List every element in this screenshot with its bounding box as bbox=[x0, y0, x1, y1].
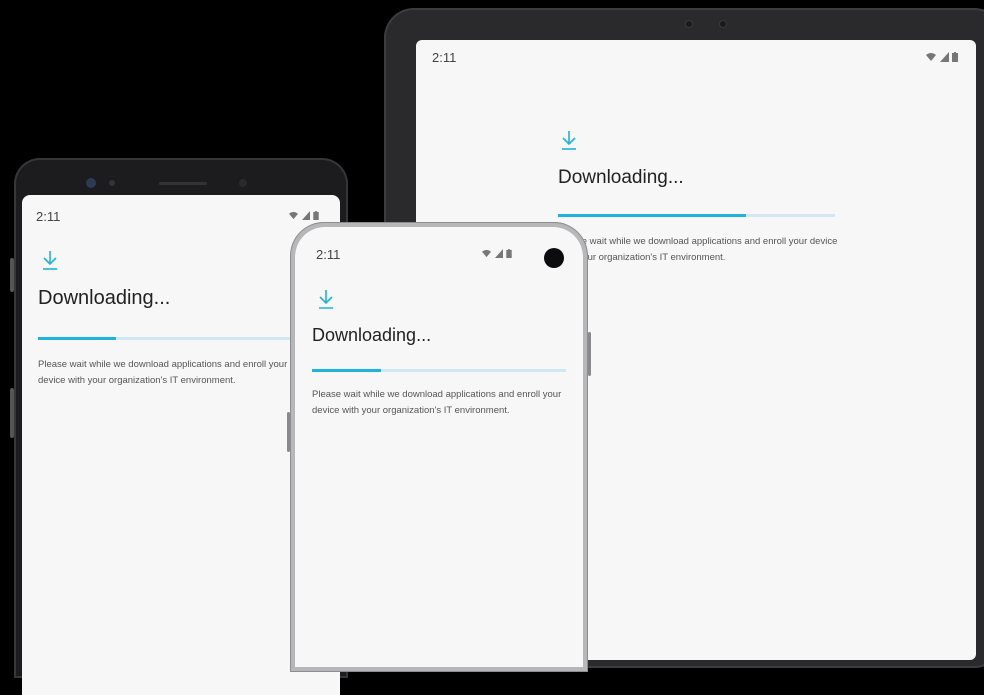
front-camera bbox=[544, 248, 564, 268]
phone-front-screen: 2:11 Downloading... Please wait while we… bbox=[295, 227, 583, 667]
signal-icon bbox=[940, 52, 949, 62]
status-time: 2:11 bbox=[36, 209, 61, 224]
wifi-icon bbox=[482, 249, 491, 258]
signal-icon bbox=[495, 249, 503, 258]
progress-fill bbox=[38, 337, 117, 340]
download-icon bbox=[562, 131, 576, 150]
status-time: 2:11 bbox=[432, 50, 457, 65]
status-time: 2:11 bbox=[316, 247, 341, 262]
wifi-icon bbox=[289, 211, 298, 220]
earpiece bbox=[159, 182, 207, 185]
status-icons bbox=[288, 211, 319, 220]
front-camera bbox=[86, 178, 96, 188]
status-icons bbox=[925, 52, 958, 62]
download-icon bbox=[43, 251, 57, 270]
battery-icon bbox=[313, 211, 319, 220]
page-title: Downloading... bbox=[38, 287, 171, 309]
power-button bbox=[588, 332, 591, 376]
description-text: Please wait while we download applicatio… bbox=[558, 236, 838, 263]
volume-button bbox=[10, 258, 14, 292]
iris-sensor bbox=[239, 179, 247, 187]
progress-bar bbox=[38, 337, 328, 340]
camera-dot bbox=[686, 21, 692, 27]
description-text: Please wait while we download applicatio… bbox=[38, 359, 288, 386]
battery-icon bbox=[952, 52, 958, 62]
progress-fill bbox=[312, 369, 381, 372]
progress-bar bbox=[558, 214, 835, 217]
bixby-button bbox=[10, 388, 14, 438]
progress-bar bbox=[312, 369, 566, 372]
page-title: Downloading... bbox=[312, 325, 432, 345]
status-icons bbox=[481, 249, 512, 258]
wifi-icon bbox=[926, 53, 936, 61]
progress-fill bbox=[558, 214, 747, 217]
sensor-dot bbox=[720, 21, 726, 27]
sensor-dot bbox=[109, 180, 115, 186]
signal-icon bbox=[302, 211, 310, 220]
download-icon bbox=[319, 290, 333, 309]
battery-icon bbox=[506, 249, 512, 258]
bixby-button bbox=[287, 412, 290, 452]
page-title: Downloading... bbox=[558, 167, 684, 188]
description-text: Please wait while we download applicatio… bbox=[312, 389, 562, 416]
phone-front-device: 2:11 Downloading... Please wait while we… bbox=[287, 222, 591, 672]
